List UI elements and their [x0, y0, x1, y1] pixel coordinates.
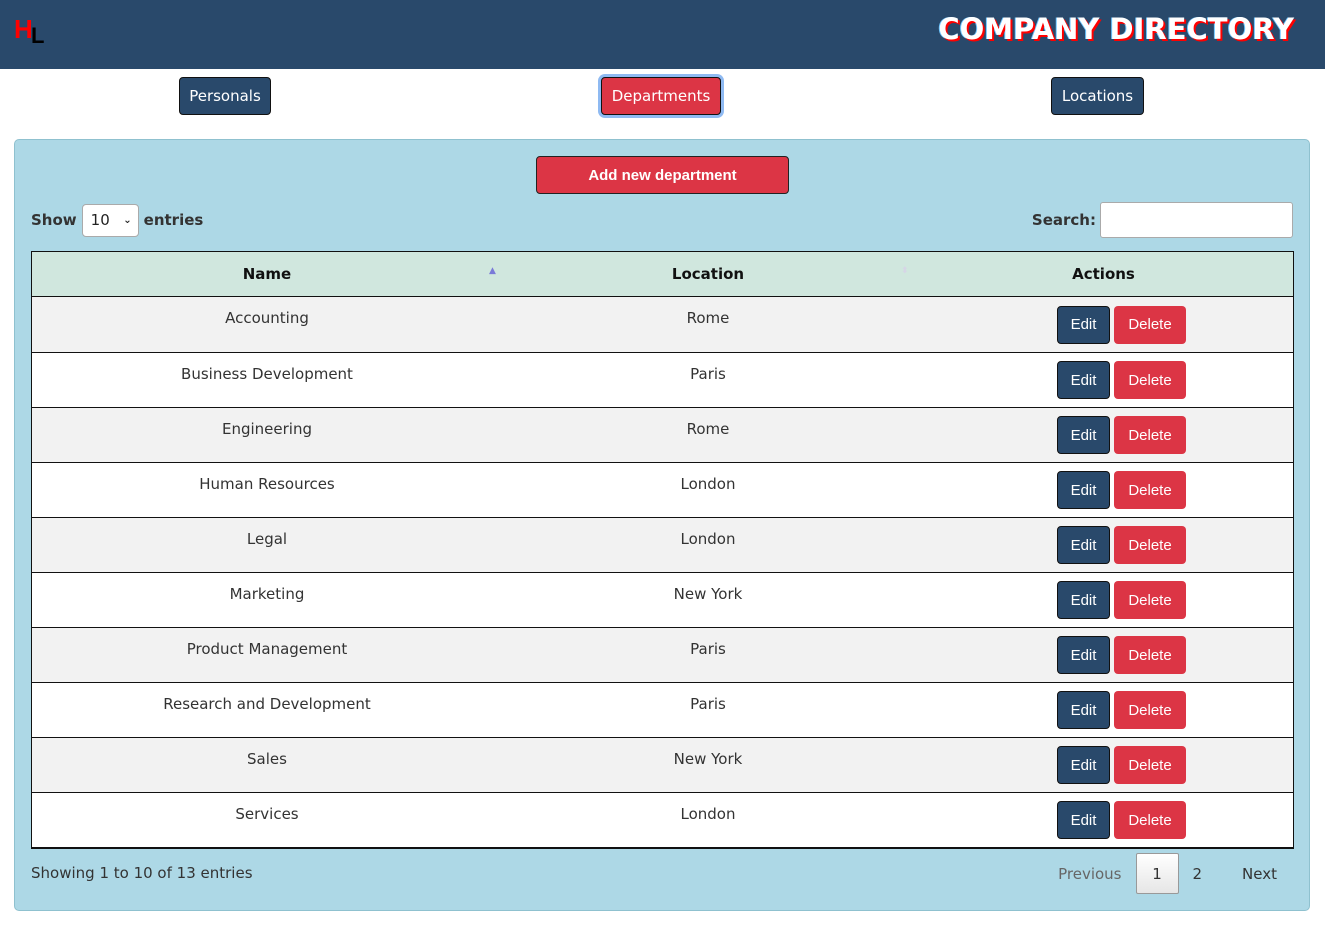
row-actions: Edit Delete: [914, 628, 1293, 682]
department-name: Services: [235, 805, 299, 823]
edit-button[interactable]: Edit: [1057, 305, 1110, 344]
logo-letter-l: L: [31, 23, 45, 48]
row-actions: Edit Delete: [914, 683, 1293, 737]
row-actions: Edit Delete: [914, 463, 1293, 517]
edit-button[interactable]: Edit: [1057, 746, 1110, 784]
row-actions: Edit Delete: [914, 408, 1293, 462]
entries-label: entries: [143, 211, 204, 229]
table-info: Showing 1 to 10 of 13 entries: [31, 864, 253, 882]
table-row: Services London Edit Delete: [32, 792, 1293, 847]
edit-button[interactable]: Edit: [1057, 581, 1110, 619]
department-location: Paris: [690, 695, 726, 713]
search-control: Search:: [1032, 202, 1293, 238]
delete-button[interactable]: Delete: [1114, 691, 1186, 729]
edit-button[interactable]: Edit: [1057, 801, 1110, 839]
edit-button[interactable]: Edit: [1057, 471, 1110, 509]
delete-button[interactable]: Delete: [1114, 416, 1186, 454]
table-header: Name ▲ Location ⬍ Actions: [32, 252, 1293, 297]
table-row: Product Management Paris Edit Delete: [32, 627, 1293, 682]
table-row: Engineering Rome Edit Delete: [32, 407, 1293, 462]
delete-button[interactable]: Delete: [1114, 581, 1186, 619]
app-header: H L COMPANY DIRECTORY: [0, 0, 1325, 69]
department-name: Marketing: [229, 585, 305, 603]
table-row: Business Development Paris Edit Delete: [32, 352, 1293, 407]
search-input[interactable]: [1100, 202, 1293, 238]
column-header-name[interactable]: Name: [32, 265, 502, 283]
department-location: Paris: [690, 365, 726, 383]
departments-table: Name ▲ Location ⬍ Actions Accounting Rome…: [31, 251, 1294, 849]
table-row: Legal London Edit Delete: [32, 517, 1293, 572]
delete-button[interactable]: Delete: [1114, 801, 1186, 839]
department-name: Legal: [246, 530, 288, 548]
delete-button[interactable]: Delete: [1114, 471, 1186, 509]
department-location: London: [680, 530, 736, 548]
delete-button[interactable]: Delete: [1114, 361, 1186, 399]
logo-letter-h: H: [14, 14, 33, 44]
department-name: Product Management: [186, 640, 348, 658]
department-name: Engineering: [222, 420, 312, 438]
department-name: Sales: [247, 750, 287, 768]
pagination-page-2[interactable]: 2: [1179, 853, 1217, 894]
edit-button[interactable]: Edit: [1057, 361, 1110, 399]
delete-button[interactable]: Delete: [1114, 746, 1186, 784]
page-title: COMPANY DIRECTORY: [938, 12, 1294, 46]
page-size-control: Show 10 ⌄ entries: [31, 203, 203, 237]
edit-button[interactable]: Edit: [1057, 416, 1110, 454]
nav-departments-button[interactable]: Departments: [601, 77, 721, 115]
table-row: Accounting Rome Edit Delete: [32, 297, 1293, 352]
nav-locations-button[interactable]: Locations: [1051, 77, 1144, 115]
add-department-button[interactable]: Add new department: [536, 156, 789, 194]
show-label: Show: [31, 211, 77, 229]
edit-button[interactable]: Edit: [1057, 526, 1110, 564]
logo: H L: [14, 16, 54, 50]
department-location: New York: [673, 750, 743, 768]
department-location: Rome: [686, 420, 730, 438]
pagination-previous[interactable]: Previous: [1044, 853, 1135, 894]
pagination-next[interactable]: Next: [1216, 853, 1293, 894]
department-location: Paris: [690, 640, 726, 658]
delete-button[interactable]: Delete: [1114, 526, 1186, 564]
row-actions: Edit Delete: [914, 353, 1293, 407]
column-header-actions: Actions: [1072, 265, 1135, 283]
row-actions: Edit Delete: [914, 573, 1293, 627]
department-location: New York: [673, 585, 743, 603]
nav-personals-button[interactable]: Personals: [179, 77, 271, 115]
row-actions: Edit Delete: [914, 738, 1293, 792]
delete-button[interactable]: Delete: [1114, 305, 1186, 344]
table-body: Accounting Rome Edit Delete Business Develop…: [32, 297, 1293, 847]
edit-button[interactable]: Edit: [1057, 691, 1110, 729]
edit-button[interactable]: Edit: [1057, 636, 1110, 674]
department-location: Rome: [686, 309, 730, 327]
department-location: London: [680, 805, 736, 823]
department-location: London: [680, 475, 736, 493]
sort-ascending-icon: ▲: [489, 266, 496, 276]
column-header-location[interactable]: Location: [502, 265, 914, 283]
pagination-page-1[interactable]: 1: [1135, 853, 1179, 894]
pagination: Previous 1 2 Next: [1044, 853, 1293, 894]
delete-button[interactable]: Delete: [1114, 636, 1186, 674]
table-row: Sales New York Edit Delete: [32, 737, 1293, 792]
table-row: Research and Development Paris Edit Delete: [32, 682, 1293, 737]
page-size-value: 10: [90, 211, 110, 229]
chevron-down-icon: ⌄: [123, 214, 132, 226]
departments-panel: Add new department Show 10 ⌄ entries Sea…: [14, 139, 1310, 911]
row-actions: Edit Delete: [914, 518, 1293, 572]
search-label: Search:: [1031, 211, 1096, 229]
department-name: Human Resources: [199, 475, 335, 493]
row-actions: Edit Delete: [914, 297, 1293, 352]
department-name: Accounting: [225, 309, 309, 327]
table-row: Marketing New York Edit Delete: [32, 572, 1293, 627]
department-name: Research and Development: [163, 695, 371, 713]
department-name: Business Development: [181, 365, 353, 383]
table-row: Human Resources London Edit Delete: [32, 462, 1293, 517]
sort-both-icon: ⬍: [901, 266, 909, 276]
page-size-select[interactable]: 10 ⌄: [81, 203, 139, 237]
row-actions: Edit Delete: [914, 793, 1293, 847]
